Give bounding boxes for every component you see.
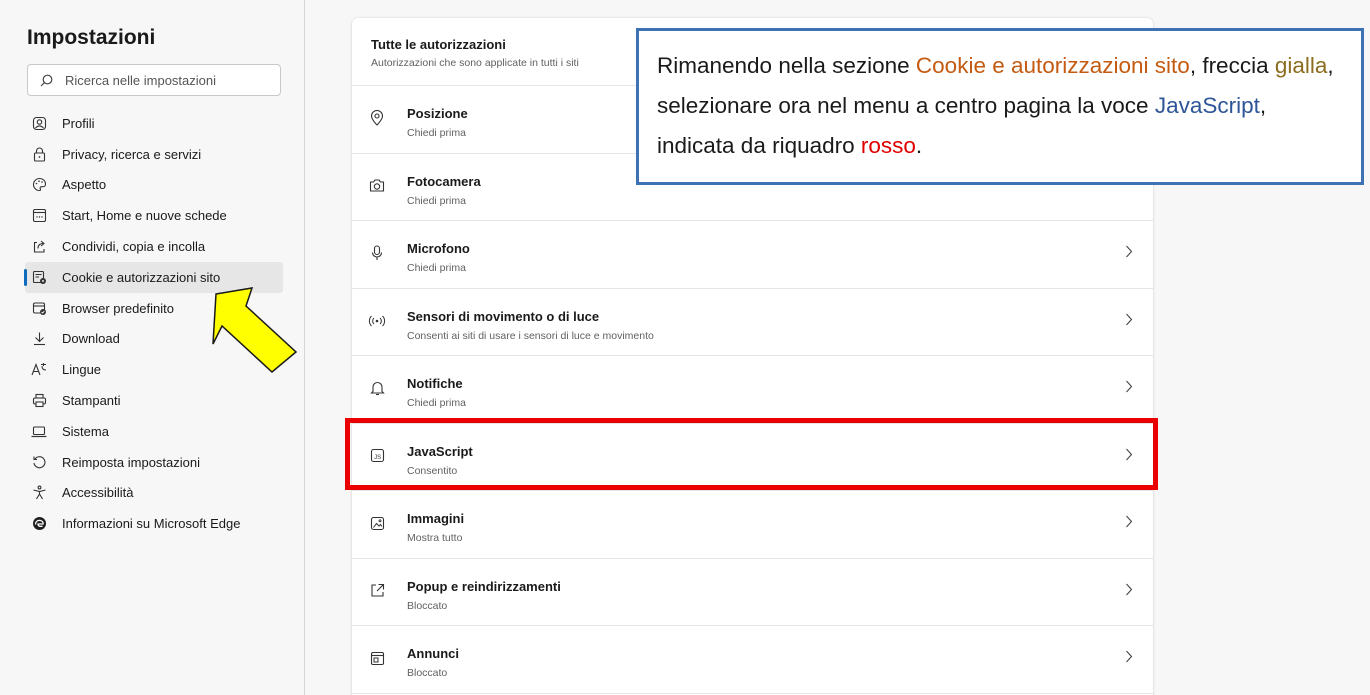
callout-text: , freccia (1189, 53, 1275, 78)
callout-text: . (915, 133, 923, 158)
callout-highlight-section: Cookie e autorizzazioni sito (915, 53, 1190, 78)
callout-highlight-arrow: gialla (1274, 53, 1328, 78)
callout-text: Rimanendo nella sezione (657, 53, 916, 78)
callout-highlight-item: JavaScript (1154, 93, 1260, 118)
callout-highlight-box: rosso (860, 133, 916, 158)
instruction-callout: Rimanendo nella sezione Cookie e autoriz… (636, 28, 1364, 185)
